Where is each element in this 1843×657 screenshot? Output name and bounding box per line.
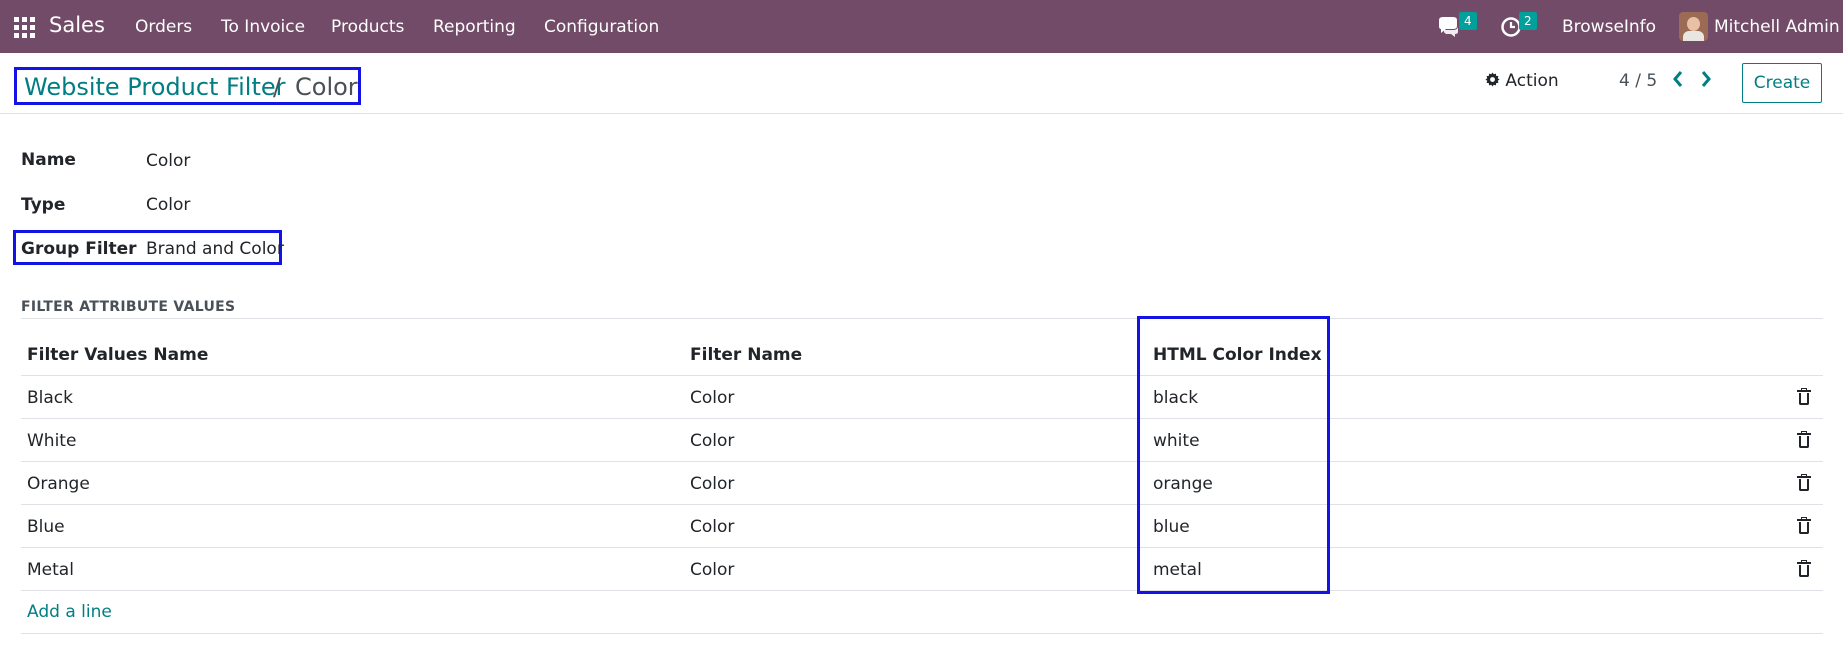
menu-reporting[interactable]: Reporting	[433, 17, 516, 37]
breadcrumb: Website Product Filter / Color	[14, 67, 361, 105]
table-row[interactable]: White Color white	[21, 418, 1823, 461]
menu-products[interactable]: Products	[331, 17, 404, 37]
column-header-filter-values-name[interactable]: Filter Values Name	[27, 345, 208, 365]
name-label: Name	[21, 150, 76, 170]
menu-to-invoice[interactable]: To Invoice	[221, 17, 305, 37]
activities-button[interactable]: 2	[1500, 12, 1537, 42]
name-field[interactable]: Color	[146, 151, 190, 171]
menu-configuration[interactable]: Configuration	[544, 17, 659, 37]
apps-grid-icon[interactable]	[14, 17, 35, 38]
trash-icon[interactable]	[1797, 474, 1811, 491]
section-title: FILTER ATTRIBUTE VALUES	[21, 299, 236, 315]
action-label: Action	[1505, 71, 1559, 91]
top-navbar: Sales Orders To Invoice Products Reporti…	[0, 0, 1843, 53]
trash-icon[interactable]	[1797, 388, 1811, 405]
breadcrumb-parent-link[interactable]: Website Product Filter	[24, 73, 286, 101]
table-row[interactable]: Black Color black	[21, 375, 1823, 418]
app-name[interactable]: Sales	[49, 13, 105, 37]
group-filter-field[interactable]: Brand and Color	[146, 239, 284, 259]
type-field[interactable]: Color	[146, 195, 190, 215]
pager-value[interactable]: 4 / 5	[1619, 71, 1657, 91]
activities-count-badge: 2	[1519, 12, 1537, 30]
group-filter-label: Group Filter	[21, 239, 137, 259]
user-avatar[interactable]	[1679, 12, 1708, 41]
cell-filter-value-name: Metal	[27, 560, 74, 580]
table-row[interactable]: Metal Color metal	[21, 547, 1823, 590]
user-menu[interactable]: Mitchell Admin	[1714, 17, 1840, 37]
pager-previous-button[interactable]	[1672, 69, 1684, 93]
type-label: Type	[21, 195, 66, 215]
cell-filter-value-name: Blue	[27, 517, 65, 537]
cell-filter-name: Color	[690, 388, 735, 408]
trash-icon[interactable]	[1797, 431, 1811, 448]
cell-filter-value-name: White	[27, 431, 77, 451]
add-line-link[interactable]: Add a line	[27, 602, 112, 622]
cell-filter-name: Color	[690, 560, 735, 580]
section-divider	[21, 318, 1823, 319]
chat-icon	[1439, 17, 1458, 37]
messages-count-badge: 4	[1459, 12, 1477, 30]
action-menu-button[interactable]: Action	[1485, 71, 1559, 91]
chevron-left-icon	[1673, 71, 1683, 87]
create-button[interactable]: Create	[1742, 63, 1822, 103]
control-panel: Website Product Filter / Color Action 4 …	[0, 53, 1843, 114]
table-row[interactable]: Orange Color orange	[21, 461, 1823, 504]
company-switcher[interactable]: BrowseInfo	[1562, 17, 1656, 37]
cell-filter-value-name: Black	[27, 388, 73, 408]
cell-filter-name: Color	[690, 517, 735, 537]
trash-icon[interactable]	[1797, 517, 1811, 534]
chevron-right-icon	[1701, 71, 1711, 87]
add-line-row: Add a line	[21, 590, 1823, 634]
breadcrumb-current: Color	[295, 73, 358, 101]
table-row[interactable]: Blue Color blue	[21, 504, 1823, 547]
cell-filter-value-name: Orange	[27, 474, 90, 494]
column-header-filter-name[interactable]: Filter Name	[690, 345, 802, 365]
trash-icon[interactable]	[1797, 560, 1811, 577]
cell-filter-name: Color	[690, 474, 735, 494]
menu-orders[interactable]: Orders	[135, 17, 192, 37]
pager-next-button[interactable]	[1700, 69, 1712, 93]
html-color-index-column-highlight	[1137, 316, 1330, 594]
gear-icon	[1485, 72, 1500, 87]
breadcrumb-separator: /	[273, 73, 282, 101]
cell-filter-name: Color	[690, 431, 735, 451]
messages-button[interactable]: 4	[1436, 12, 1477, 42]
